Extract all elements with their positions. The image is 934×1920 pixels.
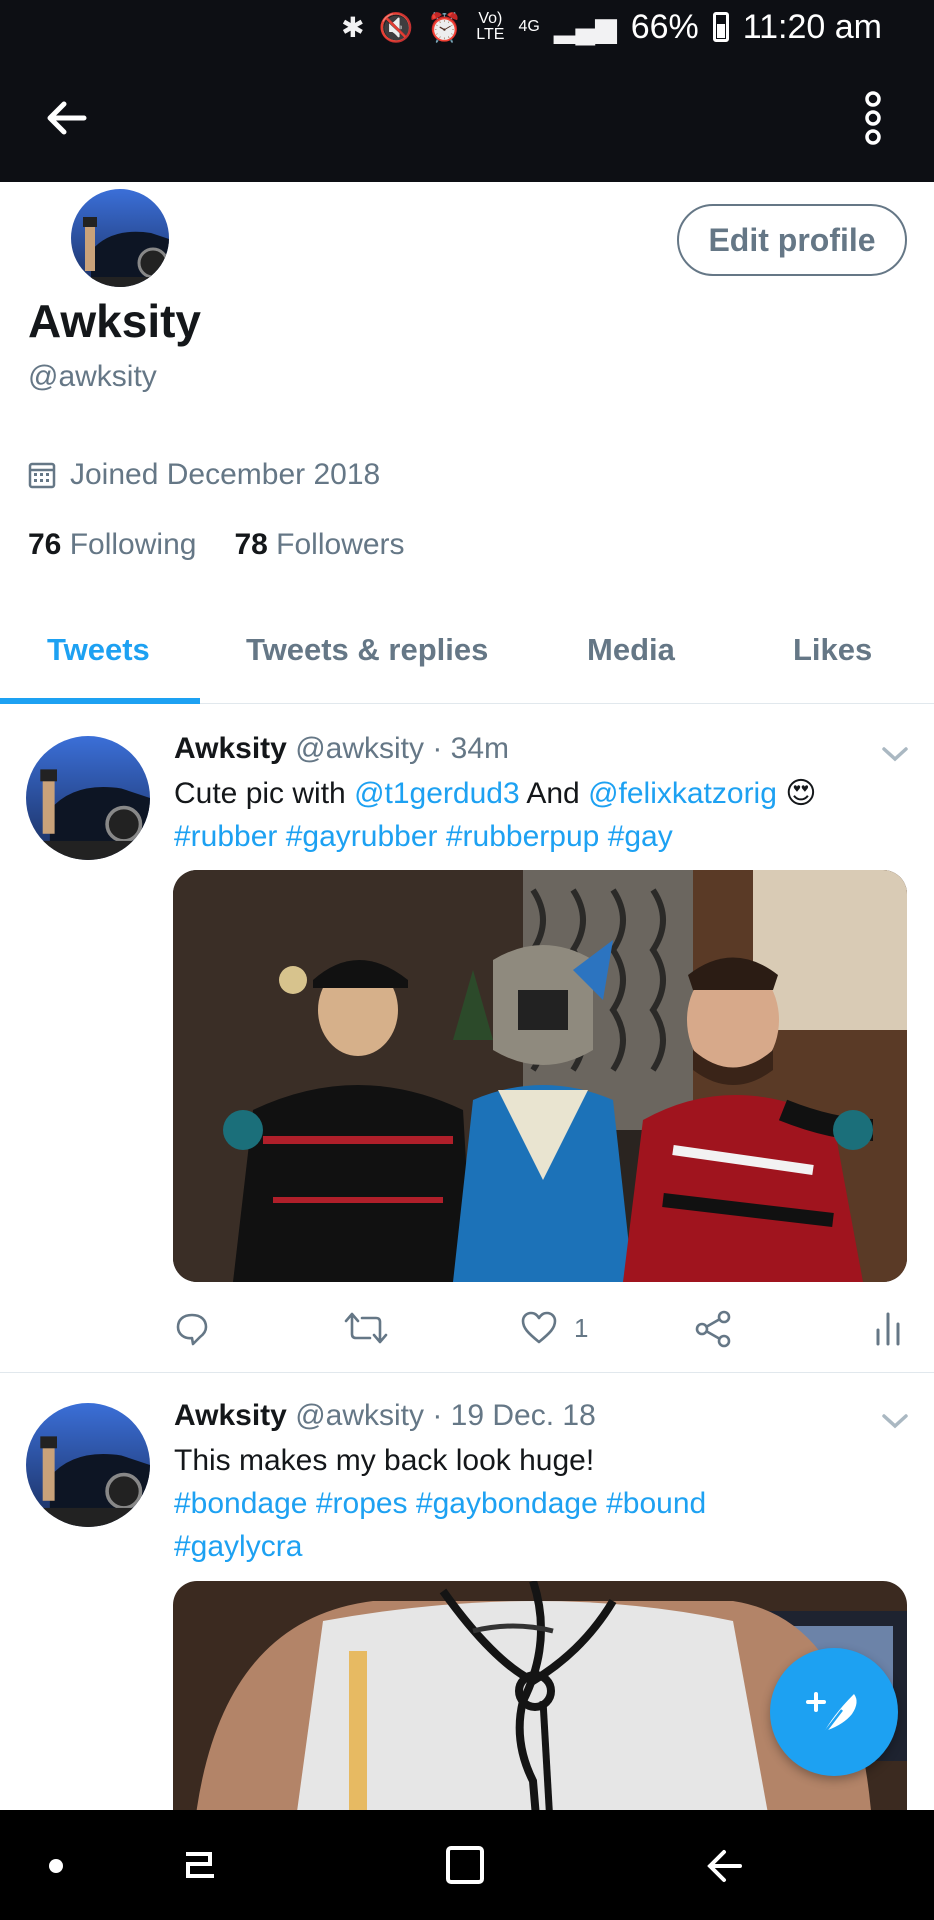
tweet-header: Awksity @awksity · 34m — [174, 732, 509, 766]
more-vertical-icon[interactable] — [858, 90, 888, 146]
hashtag-link[interactable]: #rubber — [174, 820, 277, 853]
nav-bar-icons — [49, 1846, 742, 1884]
heart-icon — [521, 1311, 557, 1344]
mute-icon: 🔇 — [378, 11, 414, 43]
nav-dot-icon[interactable] — [49, 1859, 63, 1873]
signal-icon: ▂▄▆ — [553, 11, 617, 43]
hashtag-link[interactable]: #gaybondage — [416, 1487, 598, 1520]
following-link[interactable]: 76 Following — [28, 528, 196, 562]
tab-media[interactable]: Media — [587, 632, 675, 668]
reply-icon — [176, 1313, 208, 1346]
hashtag-link[interactable]: #gaylycra — [174, 1530, 302, 1563]
hashtag-link[interactable]: #gayrubber — [286, 820, 438, 853]
app-header — [0, 54, 934, 182]
retweet-icon — [344, 1312, 388, 1344]
tweet-time: · 34m — [432, 732, 510, 765]
network-type: 4G — [518, 18, 540, 35]
back-arrow-icon[interactable] — [40, 92, 92, 144]
chevron-down-icon[interactable] — [880, 1411, 910, 1431]
status-bar: ✱ 🔇 ⏰ Vo) LTE 4G ▂▄▆ 66% 11:20 am — [0, 0, 934, 54]
share-button[interactable] — [694, 1310, 732, 1348]
chevron-down-icon[interactable] — [880, 744, 910, 764]
share-icon — [695, 1310, 731, 1348]
tweet-photo[interactable] — [173, 870, 907, 1282]
tweet-actions: 1 — [174, 1310, 904, 1350]
volte-indicator: Vo) LTE — [476, 10, 505, 43]
profile-name: Awksity — [28, 295, 202, 347]
compose-tweet-button[interactable] — [770, 1648, 898, 1776]
tweet-header: Awksity @awksity · 19 Dec. 18 — [174, 1399, 596, 1433]
tab-tweets-replies[interactable]: Tweets & replies — [246, 632, 488, 668]
follow-stats: 76 Following 78 Followers — [28, 528, 405, 562]
system-nav-bar — [0, 1810, 934, 1920]
followers-link[interactable]: 78 Followers — [234, 528, 404, 562]
tweet-author-name[interactable]: Awksity — [174, 732, 287, 765]
profile-handle: @awksity — [28, 360, 157, 393]
tweet-item[interactable]: Awksity @awksity · 34m Cute pic with @t1… — [0, 704, 934, 1372]
battery-percent: 66% — [630, 7, 699, 46]
mention-link[interactable]: @t1gerdud3 — [354, 777, 520, 810]
twitter-profile-screen: ✱ 🔇 ⏰ Vo) LTE 4G ▂▄▆ 66% 11:20 am Edit p… — [0, 0, 934, 1920]
reply-button[interactable] — [174, 1310, 210, 1346]
compose-feather-icon — [806, 1692, 857, 1737]
tweet-avatar[interactable] — [26, 1403, 150, 1527]
like-count: 1 — [574, 1312, 589, 1343]
alarm-icon: ⏰ — [427, 11, 463, 43]
mention-link[interactable]: @felixkatzorig — [588, 777, 777, 810]
tweet-text: This makes my back look huge! #bondage #… — [174, 1444, 707, 1563]
tweet-author-handle: @awksity — [295, 732, 424, 765]
joined-text: Joined December 2018 — [70, 458, 381, 491]
nav-back-icon[interactable] — [707, 1850, 742, 1882]
tweet-author-name[interactable]: Awksity — [174, 1399, 287, 1432]
retweet-button[interactable] — [344, 1310, 388, 1346]
hashtag-link[interactable]: #rubberpup — [446, 820, 599, 853]
recent-apps-icon[interactable] — [186, 1852, 214, 1878]
tab-likes[interactable]: Likes — [793, 632, 872, 668]
tweet-avatar[interactable] — [26, 736, 150, 860]
like-button[interactable]: 1 — [520, 1310, 588, 1346]
joined-date: Joined December 2018 — [28, 458, 380, 492]
profile-avatar[interactable] — [68, 186, 172, 290]
tweet-author-handle: @awksity — [295, 1399, 424, 1432]
calendar-icon — [28, 462, 56, 489]
tweet-text: Cute pic with @t1gerdud3 And @felixkatzo… — [174, 777, 817, 853]
home-icon[interactable] — [446, 1846, 484, 1884]
tab-tweets[interactable]: Tweets — [47, 632, 150, 668]
tweet-time: · 19 Dec. 18 — [432, 1399, 596, 1432]
clock: 11:20 am — [742, 7, 882, 46]
hashtag-link[interactable]: #bondage — [174, 1487, 307, 1520]
hashtag-link[interactable]: #bound — [606, 1487, 706, 1520]
profile-tabs: Tweets Tweets & replies Media Likes — [0, 610, 934, 704]
hashtag-link[interactable]: #gay — [608, 820, 673, 853]
edit-profile-button[interactable]: Edit profile — [677, 204, 907, 276]
analytics-button[interactable] — [874, 1310, 902, 1346]
bluetooth-icon: ✱ — [341, 11, 365, 43]
hashtag-link[interactable]: #ropes — [316, 1487, 408, 1520]
battery-icon — [712, 12, 729, 42]
analytics-icon — [876, 1312, 900, 1346]
